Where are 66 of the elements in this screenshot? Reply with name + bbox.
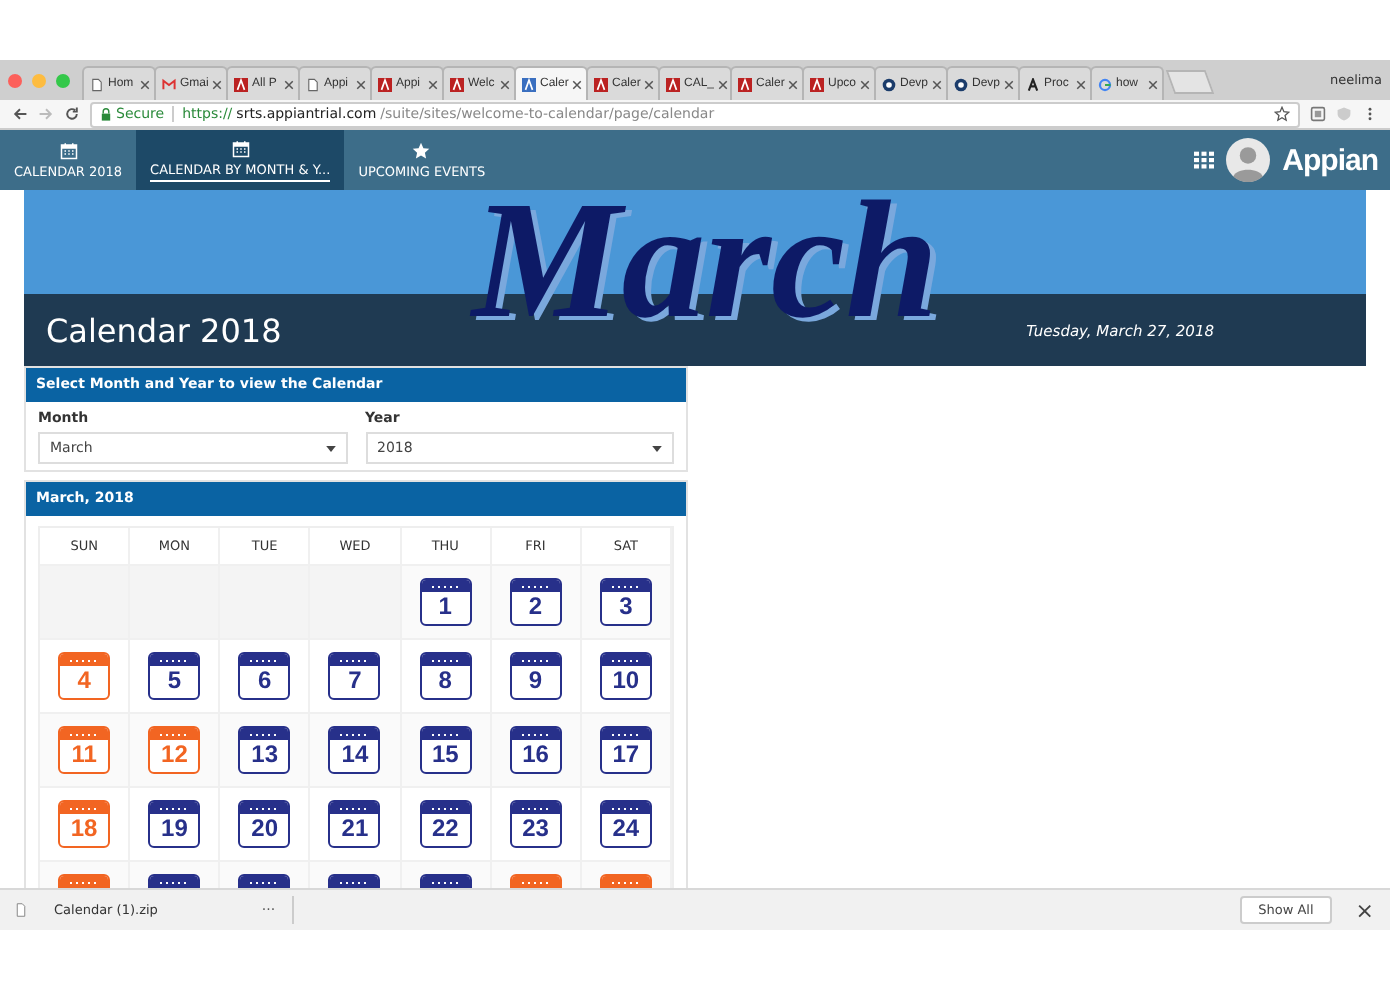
avatar-icon[interactable] [1226, 138, 1271, 182]
calendar-day-icon[interactable]: 13 [238, 726, 291, 774]
calendar-day-icon[interactable]: 6 [238, 652, 291, 700]
logo-square-icon [666, 77, 680, 91]
calendar-day-icon[interactable]: 21 [328, 800, 381, 848]
caret-icon [652, 445, 662, 451]
close-icon[interactable] [860, 79, 871, 89]
close-icon[interactable] [212, 79, 223, 89]
reload-icon[interactable] [64, 106, 80, 122]
calendar-day-icon[interactable]: 23 [509, 800, 562, 848]
calendar-day-icon[interactable]: 19 [148, 800, 201, 848]
circle-logo-icon [882, 77, 896, 91]
calendar-day-icon[interactable]: 20 [238, 800, 291, 848]
close-icon[interactable] [644, 79, 655, 89]
logo-square-icon [810, 77, 824, 91]
calendar-day-icon[interactable]: 22 [419, 800, 472, 848]
logo-square-icon [450, 77, 464, 91]
calendar-day-icon[interactable]: 17 [599, 726, 652, 774]
calendar-day-icon[interactable]: 9 [509, 652, 562, 700]
close-icon[interactable] [932, 79, 943, 89]
close-icon[interactable] [428, 79, 438, 89]
calendar-day-icon[interactable]: 24 [599, 800, 652, 848]
calendar-day-icon[interactable]: 15 [419, 726, 472, 774]
close-icon[interactable] [572, 79, 583, 89]
extension-icon[interactable] [1310, 106, 1326, 122]
calendar-day-icon[interactable]: 3 [599, 578, 652, 626]
bookmark-star-icon[interactable] [1274, 106, 1290, 122]
google-logo-icon [1098, 77, 1112, 91]
calendar-day-icon[interactable]: 14 [328, 726, 381, 774]
page-icon [90, 77, 104, 91]
calendar-icon [231, 139, 250, 157]
close-icon[interactable] [718, 79, 729, 89]
close-icon[interactable] [140, 79, 150, 89]
calendar-day-icon[interactable]: 1 [419, 578, 472, 626]
page-icon [306, 77, 320, 91]
page-title: Calendar 2018 [46, 311, 282, 349]
close-button[interactable]: × [1355, 897, 1374, 923]
calendar-day-icon[interactable]: 7 [328, 652, 381, 700]
logo-square-icon [234, 77, 248, 91]
circle-logo-icon [954, 77, 968, 91]
back-arrow-icon[interactable] [12, 106, 28, 122]
logo-square-icon [594, 77, 608, 91]
mail-icon [162, 77, 176, 91]
calendar-day-icon[interactable]: 10 [599, 652, 652, 700]
file-icon [16, 902, 26, 918]
caret-icon [325, 445, 335, 451]
logo-square-icon [378, 77, 392, 91]
calendar-day-icon[interactable]: 8 [419, 652, 472, 700]
close-icon[interactable] [284, 79, 294, 89]
calendar-day-icon[interactable]: 16 [509, 726, 562, 774]
logo-square-icon [738, 77, 752, 91]
calendar-day-icon[interactable]: 2 [509, 578, 562, 626]
close-icon[interactable] [500, 79, 510, 89]
calendar-icon [59, 141, 78, 159]
calendar-day-icon[interactable]: 5 [148, 652, 201, 700]
lock-icon [100, 107, 112, 121]
close-icon[interactable] [788, 79, 799, 89]
logo-square-icon [522, 77, 536, 91]
brand-logo[interactable]: Appian [1282, 143, 1378, 177]
letter-logo-icon [1026, 77, 1040, 91]
star-icon [412, 141, 431, 159]
close-icon[interactable] [1004, 79, 1015, 89]
app-grid-icon[interactable] [1194, 150, 1215, 170]
close-icon[interactable] [356, 79, 366, 89]
close-icon[interactable] [1076, 79, 1086, 89]
close-icon[interactable] [1148, 79, 1158, 89]
